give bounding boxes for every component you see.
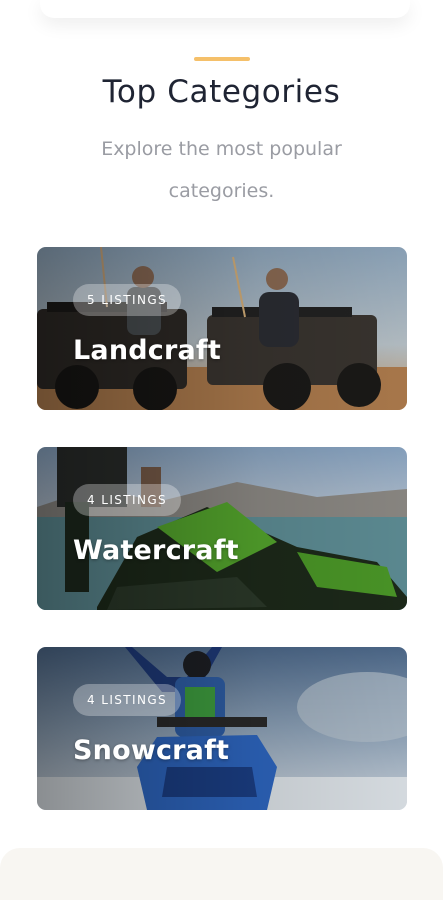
listings-badge: 5 LISTINGS xyxy=(73,284,182,316)
category-title: Watercraft xyxy=(73,535,239,566)
section-accent-bar xyxy=(194,57,250,61)
category-title: Snowcraft xyxy=(73,735,230,766)
category-card-snowcraft[interactable]: 4 LISTINGS Snowcraft xyxy=(37,647,407,810)
next-section-band xyxy=(0,848,443,900)
section-subtitle: Explore the most popular categories. xyxy=(101,138,342,202)
listings-badge: 4 LISTINGS xyxy=(73,484,182,516)
header-card-edge xyxy=(40,0,410,18)
category-card-watercraft[interactable]: 4 LISTINGS Watercraft xyxy=(37,447,407,610)
listings-badge: 4 LISTINGS xyxy=(73,684,182,716)
section-title: Top Categories xyxy=(102,74,341,110)
category-card-landcraft[interactable]: 5 LISTINGS Landcraft xyxy=(37,247,407,410)
category-title: Landcraft xyxy=(73,335,221,366)
